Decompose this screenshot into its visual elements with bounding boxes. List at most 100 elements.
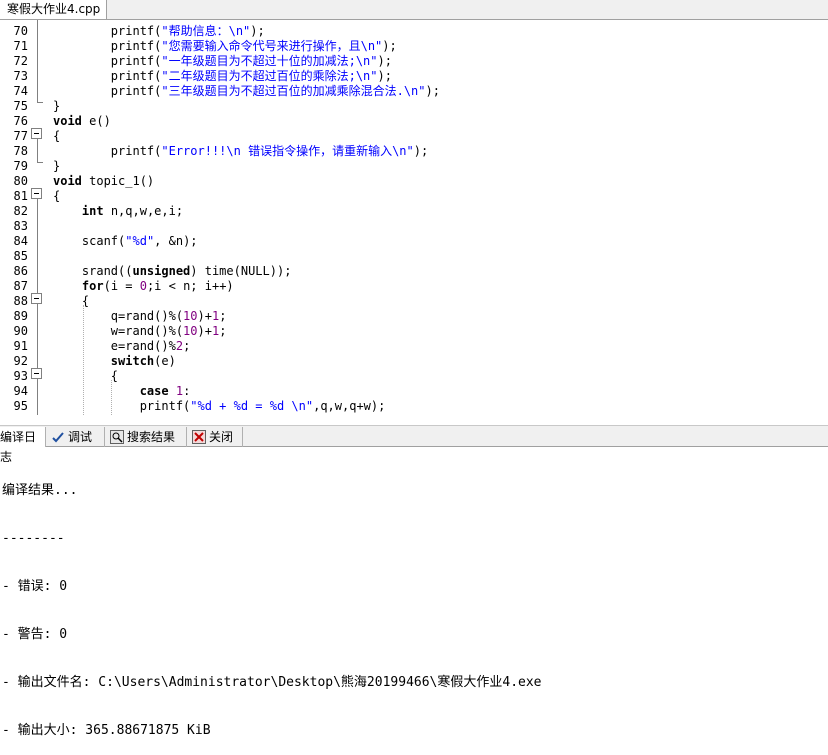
code-token: n,q,w,e,i; xyxy=(103,204,184,218)
line-number: 83 xyxy=(13,219,28,233)
code-line[interactable]: 80 void topic_1() xyxy=(0,174,828,189)
fold-line xyxy=(37,199,38,415)
code-token: ) time(NULL)); xyxy=(190,264,292,278)
code-line[interactable]: 79} xyxy=(0,159,828,174)
code-token: ; xyxy=(219,309,227,323)
code-line[interactable]: 95 printf("%d + %d = %d \n",q,w,q+w); xyxy=(0,399,828,414)
code-line[interactable]: 89 q=rand()%(10)+1; xyxy=(0,309,828,324)
line-number: 90 xyxy=(13,324,28,338)
code-line[interactable]: 84 scanf("%d", &n); xyxy=(0,234,828,249)
close-panel-icon xyxy=(192,430,206,444)
code-line[interactable]: 91 e=rand()%2; xyxy=(0,339,828,354)
code-text: { xyxy=(53,129,60,144)
line-number: 85 xyxy=(13,249,28,263)
number-token: 2 xyxy=(175,339,184,353)
code-text: printf("Error!!!\n 错误指令操作，请重新输入\n"); xyxy=(53,144,428,159)
code-text: case 1: xyxy=(53,384,191,399)
file-tab[interactable]: 寒假大作业4.cpp xyxy=(0,0,108,19)
code-text: int n,q,w,e,i; xyxy=(53,204,183,219)
code-token: ); xyxy=(250,24,265,38)
code-line[interactable]: 73 printf("二年级题目为不超过百位的乘除法;\n"); xyxy=(0,69,828,84)
code-token: } xyxy=(53,159,61,173)
line-number: 81 xyxy=(13,189,28,203)
keyword-token: case xyxy=(139,384,169,398)
line-number: 92 xyxy=(13,354,28,368)
code-token: : xyxy=(183,384,191,398)
output-panel-tabs: 编译日志 调试 搜索结果 关闭 xyxy=(0,425,828,464)
fold-toggle-icon[interactable] xyxy=(31,188,42,199)
code-text: printf("二年级题目为不超过百位的乘除法;\n"); xyxy=(53,69,392,84)
fold-toggle-icon[interactable] xyxy=(31,293,42,304)
code-token: scanf( xyxy=(81,234,126,248)
line-number: 75 xyxy=(13,99,28,113)
fold-toggle-icon[interactable] xyxy=(31,128,42,139)
tab-close-label: 关闭 xyxy=(209,430,234,444)
code-line[interactable]: 83 xyxy=(0,219,828,234)
code-line[interactable]: 78 printf("Error!!!\n 错误指令操作，请重新输入\n"); xyxy=(0,144,828,159)
code-text: printf("一年级题目为不超过十位的加减法;\n"); xyxy=(53,54,392,69)
code-token: ; xyxy=(219,324,227,338)
code-editor[interactable]: 70 printf("帮助信息：\n"); 71 printf("您需要输入命令代… xyxy=(0,20,828,415)
indent-guide xyxy=(83,305,84,415)
line-number: 79 xyxy=(13,159,28,173)
line-number: 93 xyxy=(13,369,28,383)
code-line[interactable]: 82 int n,q,w,e,i; xyxy=(0,204,828,219)
code-line[interactable]: 86 srand((unsigned) time(NULL)); xyxy=(0,264,828,279)
code-line[interactable]: 75} xyxy=(0,99,828,114)
code-line[interactable]: 85 xyxy=(0,249,828,264)
code-line[interactable]: 70 printf("帮助信息：\n"); xyxy=(0,24,828,39)
code-token: topic_1() xyxy=(81,174,155,188)
code-token: (i = xyxy=(103,279,140,293)
code-line[interactable]: 76 void e() xyxy=(0,114,828,129)
code-text: } xyxy=(53,99,60,114)
code-token: ); xyxy=(377,69,392,83)
code-line[interactable]: 77 { xyxy=(0,129,828,144)
tab-search-results[interactable]: 搜索结果 xyxy=(106,427,187,447)
code-line[interactable]: 88 { xyxy=(0,294,828,309)
tab-compile-log[interactable]: 编译日志 xyxy=(0,427,46,464)
tab-debug[interactable]: 调试 xyxy=(47,427,105,447)
string-token: "帮助信息：\n" xyxy=(161,24,251,38)
code-token: e() xyxy=(81,114,111,128)
tab-close[interactable]: 关闭 xyxy=(188,427,243,447)
code-line[interactable]: 74 printf("三年级题目为不超过百位的加减乘除混合法.\n"); xyxy=(0,84,828,99)
code-token: ); xyxy=(425,84,440,98)
code-token: { xyxy=(53,129,61,143)
number-token: 10 xyxy=(183,324,198,338)
log-line: - 输出文件名: C:\Users\Administrator\Desktop\… xyxy=(2,675,542,690)
code-line[interactable]: 71 printf("您需要输入命令代号来进行操作，且\n"); xyxy=(0,39,828,54)
code-token: q=rand()%( xyxy=(110,309,184,323)
code-line[interactable]: 94 case 1: xyxy=(0,384,828,399)
code-text: e=rand()%2; xyxy=(53,339,191,354)
keyword-token: for xyxy=(81,279,104,293)
code-line[interactable]: 90 w=rand()%(10)+1; xyxy=(0,324,828,339)
code-text: w=rand()%(10)+1; xyxy=(53,324,227,339)
fold-end-marker xyxy=(37,162,43,163)
code-token: ); xyxy=(377,54,392,68)
code-token: srand(( xyxy=(81,264,133,278)
tab-search-results-label: 搜索结果 xyxy=(127,430,176,444)
code-line[interactable]: 72 printf("一年级题目为不超过十位的加减法;\n"); xyxy=(0,54,828,69)
code-token: ;i < n; i++) xyxy=(146,279,234,293)
code-text: printf("您需要输入命令代号来进行操作，且\n"); xyxy=(53,39,397,54)
code-token: printf( xyxy=(110,39,162,53)
code-token: )+ xyxy=(197,324,212,338)
debug-check-icon xyxy=(52,432,64,443)
log-line: - 输出大小: 365.88671875 KiB xyxy=(2,723,211,738)
code-line[interactable]: 93 { xyxy=(0,369,828,384)
number-token: 10 xyxy=(183,309,198,323)
keyword-token: unsigned xyxy=(132,264,191,278)
string-token: "一年级题目为不超过十位的加减法;\n" xyxy=(161,54,378,68)
code-line[interactable]: 87 for(i = 0;i < n; i++) xyxy=(0,279,828,294)
code-line[interactable]: 92 switch(e) xyxy=(0,354,828,369)
code-line[interactable]: 81 { xyxy=(0,189,828,204)
fold-toggle-icon[interactable] xyxy=(31,368,42,379)
